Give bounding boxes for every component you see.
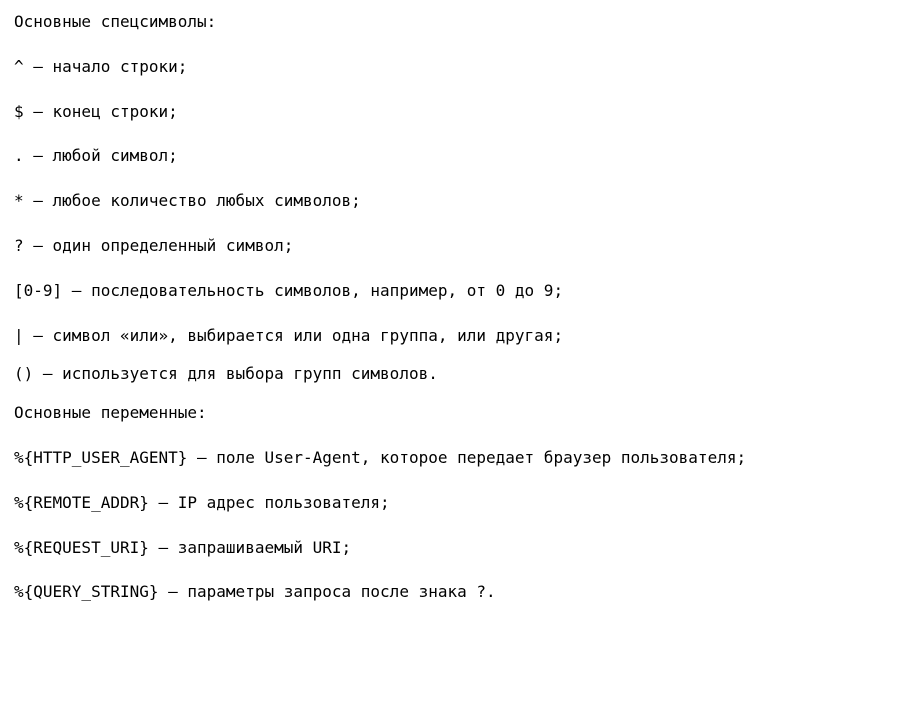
special-question: ? — один определенный символ; — [14, 236, 886, 257]
special-pipe: | — символ «или», выбирается или одна гр… — [14, 326, 886, 347]
special-caret: ^ — начало строки; — [14, 57, 886, 78]
section-heading-specials: Основные спецсимволы: — [14, 12, 886, 33]
special-range: [0-9] — последовательность символов, нап… — [14, 281, 886, 302]
special-parens: () — используется для выбора групп симво… — [14, 364, 886, 385]
var-remote-addr: %{REMOTE_ADDR} — IP адрес пользователя; — [14, 493, 886, 514]
var-http-user-agent: %{HTTP_USER_AGENT} — поле User-Agent, ко… — [14, 448, 886, 469]
section-heading-vars: Основные переменные: — [14, 403, 886, 424]
document-page: Основные спецсимволы: ^ — начало строки;… — [0, 0, 900, 615]
var-query-string: %{QUERY_STRING} — параметры запроса посл… — [14, 582, 886, 603]
special-dollar: $ — конец строки; — [14, 102, 886, 123]
var-request-uri: %{REQUEST_URI} — запрашиваемый URI; — [14, 538, 886, 559]
special-star: * — любое количество любых символов; — [14, 191, 886, 212]
special-dot: . — любой символ; — [14, 146, 886, 167]
